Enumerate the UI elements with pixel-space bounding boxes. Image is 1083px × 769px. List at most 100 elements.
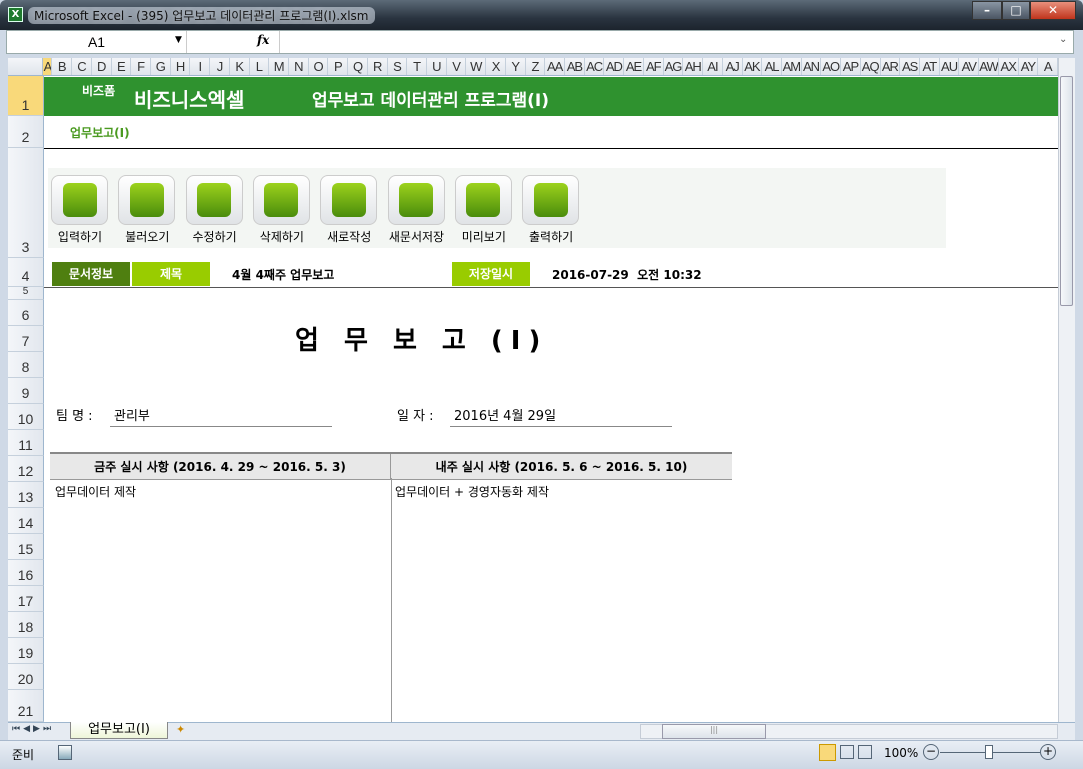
column-header[interactable]: Z [526, 58, 546, 75]
row-header[interactable]: 15 [8, 534, 44, 560]
zoom-out-button[interactable]: − [923, 744, 939, 760]
column-header[interactable]: V [447, 58, 467, 75]
toolbar-button-label[interactable]: 새문서저장 [382, 228, 452, 245]
column-header[interactable]: AR [881, 58, 901, 75]
column-header[interactable]: L [250, 58, 270, 75]
toolbar-button-8[interactable] [522, 175, 580, 225]
column-header[interactable]: K [230, 58, 250, 75]
next-week-cell[interactable]: 업무데이터 + 경영자동화 제작 [395, 483, 549, 500]
sheet-nav-arrows-icon[interactable]: ⏮◀▶⏭ [12, 724, 54, 734]
column-header[interactable]: A [1038, 58, 1059, 75]
formula-input[interactable] [279, 31, 1059, 53]
row-header[interactable]: 14 [8, 508, 44, 534]
row-header[interactable]: 3 [8, 148, 44, 258]
zoom-level[interactable]: 100% [884, 746, 918, 760]
this-week-cell[interactable]: 업무데이터 제작 [55, 483, 136, 500]
column-header[interactable]: C [72, 58, 92, 75]
fx-button[interactable]: fx [257, 33, 269, 47]
column-header[interactable]: J [210, 58, 230, 75]
column-header[interactable]: M [269, 58, 289, 75]
toolbar-button-label[interactable]: 새로작성 [314, 228, 384, 245]
row-header[interactable]: 8 [8, 352, 44, 378]
row-header[interactable]: 11 [8, 430, 44, 456]
column-header[interactable]: AY [1019, 58, 1039, 75]
column-header[interactable]: AX [999, 58, 1019, 75]
vertical-scroll-thumb[interactable] [1060, 76, 1073, 306]
toolbar-button-6[interactable] [387, 175, 445, 225]
toolbar-button-label[interactable]: 입력하기 [45, 228, 115, 245]
column-header[interactable]: AG [664, 58, 684, 75]
name-box[interactable]: A1 [7, 31, 187, 53]
row-header[interactable]: 1 [8, 76, 44, 116]
zoom-slider-thumb[interactable] [985, 745, 993, 759]
toolbar-button-3[interactable] [185, 175, 243, 225]
toolbar-button-label[interactable]: 출력하기 [516, 228, 586, 245]
column-header[interactable]: AB [565, 58, 585, 75]
column-header[interactable]: A [43, 58, 53, 75]
column-header[interactable]: AV [959, 58, 980, 75]
column-header[interactable]: D [92, 58, 112, 75]
column-header[interactable]: AJ [723, 58, 743, 75]
row-header[interactable]: 20 [8, 664, 44, 690]
column-header[interactable]: AT [920, 58, 940, 75]
expand-formula-icon[interactable]: ⌄ [1059, 34, 1067, 45]
macro-record-icon[interactable] [58, 745, 72, 760]
column-header[interactable]: AS [900, 58, 920, 75]
page-layout-view-icon[interactable] [840, 745, 854, 759]
column-header[interactable]: O [309, 58, 329, 75]
column-header[interactable]: S [388, 58, 408, 75]
row-header[interactable]: 19 [8, 638, 44, 664]
column-header[interactable]: AE [624, 58, 644, 75]
row-header[interactable]: 18 [8, 612, 44, 638]
toolbar-button-label[interactable]: 수정하기 [180, 228, 250, 245]
column-header[interactable]: G [151, 58, 171, 75]
toolbar-button-label[interactable]: 삭제하기 [247, 228, 317, 245]
column-header[interactable]: AL [762, 58, 782, 75]
column-header[interactable]: F [131, 58, 151, 75]
row-header[interactable]: 6 [8, 300, 44, 326]
column-header[interactable]: AD [604, 58, 625, 75]
row-header[interactable]: 13 [8, 482, 44, 508]
column-header[interactable]: P [328, 58, 349, 75]
toolbar-button-4[interactable] [252, 175, 310, 225]
column-header[interactable]: U [427, 58, 447, 75]
row-header[interactable]: 21 [8, 690, 44, 722]
column-header[interactable]: H [171, 58, 191, 75]
column-header[interactable]: AF [644, 58, 664, 75]
row-header[interactable]: 16 [8, 560, 44, 586]
column-header[interactable]: T [407, 58, 428, 75]
toolbar-button-2[interactable] [118, 175, 176, 225]
name-box-dropdown-icon[interactable]: ▼ [175, 35, 182, 45]
column-header[interactable]: AQ [861, 58, 881, 75]
minimize-button[interactable]: – [972, 1, 1002, 20]
row-header[interactable]: 17 [8, 586, 44, 612]
column-header[interactable]: AC [585, 58, 605, 75]
row-header[interactable]: 4 [8, 258, 44, 287]
row-header[interactable]: 12 [8, 456, 44, 482]
column-header[interactable]: AA [545, 58, 566, 75]
toolbar-button-5[interactable] [320, 175, 378, 225]
row-header[interactable]: 9 [8, 378, 44, 404]
column-header[interactable]: AO [821, 58, 842, 75]
column-header[interactable]: AM [782, 58, 802, 75]
normal-view-icon[interactable] [819, 744, 836, 761]
select-all-corner[interactable] [8, 58, 44, 75]
row-header[interactable]: 2 [8, 116, 44, 148]
date-value[interactable]: 2016년 4월 29일 [454, 405, 556, 424]
row-header[interactable]: 7 [8, 326, 44, 352]
toolbar-button-label[interactable]: 미리보기 [449, 228, 519, 245]
column-header[interactable]: AH [683, 58, 704, 75]
toolbar-button-7[interactable] [454, 175, 512, 225]
team-value[interactable]: 관리부 [114, 405, 150, 424]
column-header[interactable]: I [190, 58, 211, 75]
column-header[interactable]: B [52, 58, 73, 75]
column-header[interactable]: AI [703, 58, 723, 75]
column-header[interactable]: X [486, 58, 506, 75]
worksheet-grid[interactable] [8, 58, 1058, 722]
column-header[interactable]: AU [940, 58, 960, 75]
column-header[interactable]: E [112, 58, 132, 75]
page-break-view-icon[interactable] [858, 745, 872, 759]
horizontal-scroll-thumb[interactable]: ||| [662, 724, 766, 739]
column-header[interactable]: N [289, 58, 309, 75]
row-header[interactable]: 10 [8, 404, 44, 430]
